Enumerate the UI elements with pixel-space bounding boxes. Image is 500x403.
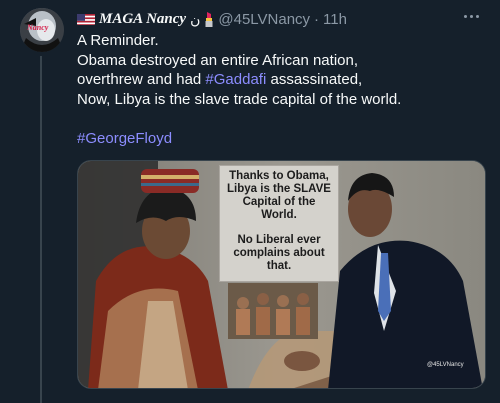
- avatar-image: Nancy: [20, 8, 64, 52]
- display-name-symbol: ن: [190, 10, 201, 27]
- tweet-header: MAGA Nancy ن @45LVNancy · 11h: [77, 9, 347, 29]
- tweet[interactable]: Nancy MAGA Nancy ن @45LVNancy · 11h A Re…: [0, 0, 500, 403]
- meme-line-1: Thanks to Obama,: [229, 170, 329, 182]
- thread-line: [40, 56, 42, 403]
- avatar-text: Nancy: [26, 23, 49, 32]
- tweet-line-4: Now, Libya is the slave trade capital of…: [77, 90, 402, 108]
- tweet-text: A Reminder. Obama destroyed an entire Af…: [77, 31, 492, 109]
- tweet-media-image[interactable]: Thanks to Obama, Libya is the SLAVE Capi…: [77, 160, 486, 389]
- hashtag-georgefloyd-link[interactable]: #GeorgeFloyd: [77, 130, 172, 147]
- tweet-line-1: A Reminder.: [77, 32, 159, 49]
- meme-line-4: World.: [261, 209, 297, 221]
- tweet-line-2: Obama destroyed an entire African nation…: [77, 51, 359, 69]
- timestamp[interactable]: 11h: [323, 11, 347, 28]
- us-flag-icon: [77, 13, 95, 25]
- meme-line-6: complains about: [233, 247, 325, 259]
- tweet-line-3: overthrew and had #Gaddafi assassinated,: [77, 70, 492, 90]
- hashtag-gaddafi-link[interactable]: #Gaddafi: [205, 71, 266, 88]
- meme-caption: Thanks to Obama, Libya is the SLAVE Capi…: [219, 165, 339, 282]
- meme-line-7: that.: [266, 260, 292, 272]
- meme-line-2: Libya is the SLAVE: [227, 183, 331, 195]
- user-handle[interactable]: @45LVNancy: [218, 11, 310, 28]
- tweet-line-3-start: overthrew and had: [77, 71, 206, 89]
- image-watermark: @45LVNancy: [427, 362, 464, 368]
- lipstick-icon: [204, 11, 214, 27]
- meme-line-3: Capital of the: [242, 196, 316, 208]
- separator-dot: ·: [314, 10, 320, 28]
- tweet-line-3-end: assassinated,: [266, 71, 363, 89]
- display-name[interactable]: MAGA Nancy: [99, 11, 186, 28]
- meme-line-5: No Liberal ever: [237, 234, 321, 246]
- more-options-icon[interactable]: [459, 6, 483, 26]
- avatar[interactable]: Nancy: [20, 8, 64, 52]
